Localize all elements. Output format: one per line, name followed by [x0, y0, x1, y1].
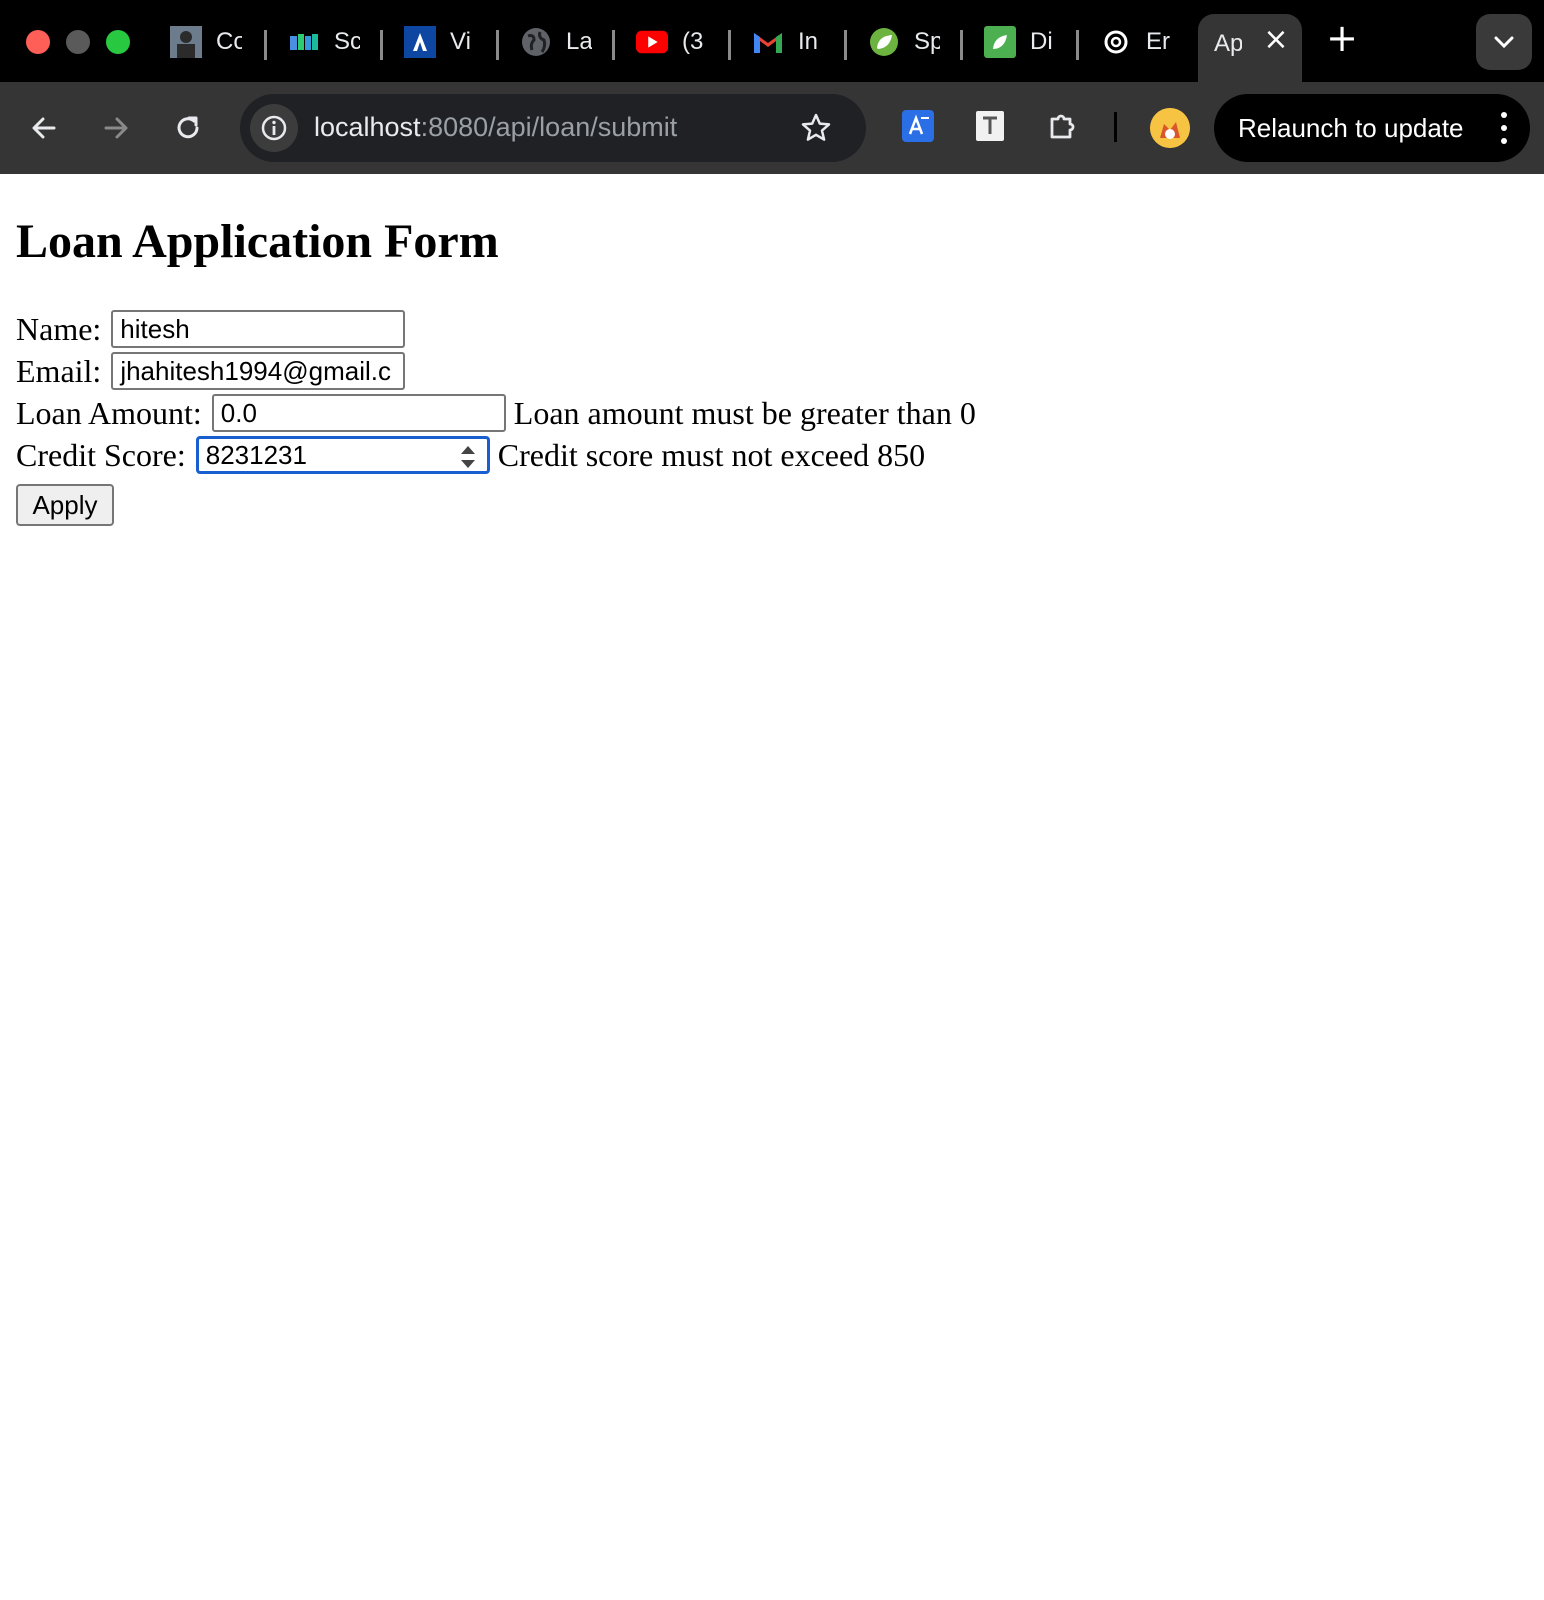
page-content: Loan Application Form Name: hitesh Email…	[0, 174, 1544, 1600]
chevron-down-icon	[1494, 36, 1514, 49]
tab-4[interactable]: La	[520, 22, 592, 62]
tab-6[interactable]: In	[752, 22, 824, 62]
arrow-left-icon	[32, 117, 56, 139]
leaf-icon	[984, 26, 1016, 58]
url-text: localhost:8080/api/loan/submit	[314, 112, 677, 143]
tab-title: Sp	[914, 28, 940, 55]
tab-title: La	[566, 28, 592, 55]
reload-button[interactable]	[168, 108, 208, 148]
tab-8[interactable]: Di	[984, 22, 1056, 62]
info-icon	[261, 115, 287, 141]
loan-amount-row: Loan Amount: 0.0 Loan amount must be gre…	[16, 392, 976, 434]
translate-extension-button[interactable]	[898, 106, 938, 146]
credit-score-input[interactable]: 8231231	[195, 436, 490, 474]
number-spinner-icon[interactable]	[457, 443, 479, 471]
tab-separator	[496, 30, 499, 60]
tab-active[interactable]: Ap ×	[1198, 14, 1302, 82]
tab-title: Di	[1030, 28, 1053, 55]
tab-title: Ap	[1214, 30, 1242, 57]
page-title: Loan Application Form	[16, 215, 499, 268]
name-label: Name:	[16, 310, 102, 347]
window-close-button[interactable]	[26, 30, 50, 54]
apply-button[interactable]: Apply	[16, 484, 114, 526]
puzzle-icon	[1050, 114, 1075, 139]
tab-title: (3	[682, 28, 704, 55]
tab-5[interactable]: (3	[636, 22, 708, 62]
relaunch-button[interactable]: Relaunch to update	[1214, 94, 1530, 162]
tab-title: Sc	[334, 28, 360, 55]
name-row: Name: hitesh	[16, 308, 406, 350]
loan-amount-input[interactable]: 0.0	[211, 394, 506, 432]
loan-amount-label: Loan Amount:	[16, 394, 202, 431]
window-maximize-button[interactable]	[106, 30, 130, 54]
email-input[interactable]: jhahitesh1994@gmail.c	[111, 352, 406, 390]
tab-3[interactable]: Vi	[404, 22, 476, 62]
tab-separator	[264, 30, 267, 60]
tab-title: Vi	[450, 28, 471, 55]
browser-toolbar: localhost:8080/api/loan/submit Relaunch …	[0, 82, 1544, 174]
profile-avatar[interactable]	[1150, 108, 1190, 148]
openai-icon	[1100, 26, 1132, 58]
tab-title: Co	[216, 28, 242, 55]
new-tab-button[interactable]: +	[1322, 18, 1362, 58]
corgi-avatar-icon	[1150, 108, 1190, 148]
profile-photo-icon	[170, 26, 202, 58]
tab-2[interactable]: Sc	[288, 22, 360, 62]
globe-icon	[520, 26, 552, 58]
youtube-icon	[636, 26, 668, 58]
close-tab-icon[interactable]: ×	[1260, 24, 1292, 56]
tab-separator	[380, 30, 383, 60]
forward-button[interactable]	[96, 108, 136, 148]
tab-separator	[960, 30, 963, 60]
email-label: Email:	[16, 352, 102, 389]
credit-score-error: Credit score must not exceed 850	[497, 436, 926, 473]
tab-separator	[728, 30, 731, 60]
toolbar-divider	[1114, 112, 1117, 142]
back-button[interactable]	[24, 108, 64, 148]
tab-title: Er	[1146, 28, 1170, 55]
name-input[interactable]: hitesh	[111, 310, 406, 348]
tab-separator	[612, 30, 615, 60]
star-icon	[801, 113, 831, 141]
text-extension-button[interactable]	[970, 106, 1010, 146]
more-menu-icon[interactable]	[1500, 112, 1508, 144]
gmail-icon	[752, 26, 784, 58]
window-minimize-button[interactable]	[66, 30, 90, 54]
tab-separator	[1076, 30, 1079, 60]
credit-score-row: Credit Score: 8231231 Credit score must …	[16, 434, 925, 476]
tab-9[interactable]: Er	[1100, 22, 1172, 62]
tab-1[interactable]: Co	[170, 22, 242, 62]
address-bar[interactable]: localhost:8080/api/loan/submit	[240, 94, 866, 162]
tab-search-button[interactable]	[1476, 14, 1532, 70]
text-t-icon	[976, 111, 1004, 141]
arrow-right-icon	[104, 117, 128, 139]
email-row: Email: jhahitesh1994@gmail.c	[16, 350, 406, 392]
tab-strip: Co Sc Vi La (3 In Sp Di Er Ap × +	[0, 0, 1544, 82]
tab-separator	[844, 30, 847, 60]
site-info-button[interactable]	[250, 104, 298, 152]
credit-score-value: 8231231	[205, 439, 307, 470]
url-host: localhost	[314, 112, 421, 142]
relaunch-label: Relaunch to update	[1238, 112, 1464, 143]
url-path: :8080/api/loan/submit	[420, 112, 678, 142]
books-icon	[288, 26, 320, 58]
spring-icon	[868, 26, 900, 58]
loan-amount-error: Loan amount must be greater than 0	[513, 394, 976, 431]
extensions-button[interactable]	[1042, 106, 1082, 146]
bookmark-button[interactable]	[796, 108, 836, 148]
tab-title: In	[798, 28, 819, 55]
translate-icon	[902, 110, 934, 142]
credit-score-label: Credit Score:	[16, 436, 186, 473]
reload-icon	[177, 116, 199, 139]
a-logo-icon	[404, 26, 436, 58]
tab-7[interactable]: Sp	[868, 22, 940, 62]
